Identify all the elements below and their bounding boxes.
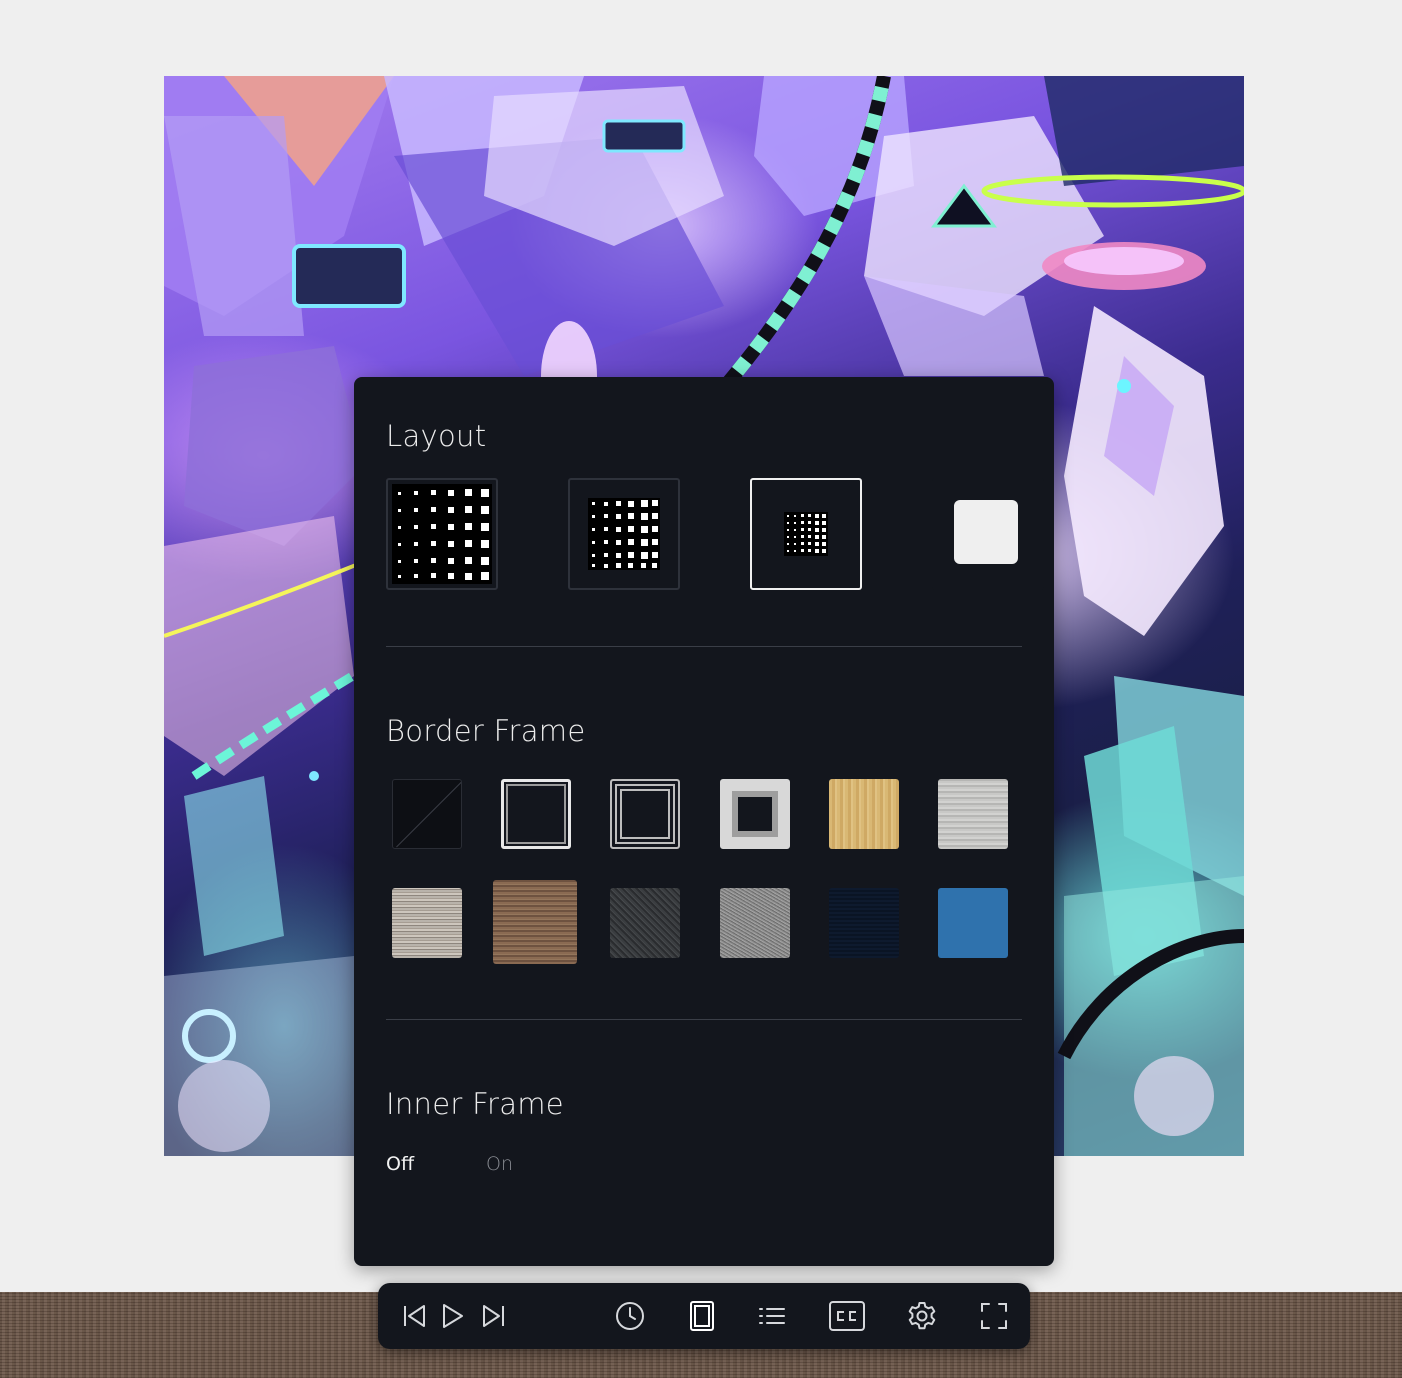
frame-swatch-charcoal[interactable] bbox=[610, 888, 680, 958]
layout-option-blank[interactable] bbox=[932, 478, 1044, 590]
section-divider bbox=[386, 646, 1022, 647]
inner-frame-on-option[interactable]: On bbox=[486, 1153, 513, 1175]
inner-frame-heading: Inner Frame bbox=[386, 1087, 564, 1121]
captions-icon[interactable] bbox=[828, 1300, 866, 1332]
playlist-icon[interactable] bbox=[756, 1300, 788, 1332]
section-divider bbox=[386, 1019, 1022, 1020]
frame-swatch-walnut-selected[interactable] bbox=[493, 880, 577, 964]
display-settings-panel: Layout Border Frame Inner Frame Off On bbox=[354, 377, 1054, 1266]
frame-swatch-navy[interactable] bbox=[829, 888, 899, 958]
frame-swatch-multi-line[interactable] bbox=[610, 779, 680, 849]
skip-next-icon[interactable] bbox=[478, 1300, 510, 1332]
layout-option-medium[interactable] bbox=[568, 478, 680, 590]
layout-option-large[interactable] bbox=[386, 478, 498, 590]
skip-previous-icon[interactable] bbox=[398, 1300, 430, 1332]
clock-icon[interactable] bbox=[614, 1300, 646, 1332]
frame-swatch-white-mat[interactable] bbox=[720, 779, 790, 849]
layout-heading: Layout bbox=[386, 419, 487, 453]
play-icon[interactable] bbox=[436, 1300, 468, 1332]
settings-icon[interactable] bbox=[906, 1300, 938, 1332]
frame-swatch-oak[interactable] bbox=[829, 779, 899, 849]
frame-swatch-thin-silver[interactable] bbox=[501, 779, 571, 849]
frame-swatch-driftwood[interactable] bbox=[392, 888, 462, 958]
frame-swatch-granite[interactable] bbox=[720, 888, 790, 958]
playback-control-bar bbox=[378, 1283, 1030, 1349]
fullscreen-icon[interactable] bbox=[978, 1300, 1010, 1332]
inner-frame-off-option[interactable]: Off bbox=[386, 1153, 414, 1175]
border-frame-heading: Border Frame bbox=[386, 714, 586, 748]
layout-option-small[interactable] bbox=[750, 478, 862, 590]
frame-icon[interactable] bbox=[686, 1300, 718, 1332]
frame-swatch-whitewash[interactable] bbox=[938, 779, 1008, 849]
frame-swatch-blue[interactable] bbox=[938, 888, 1008, 958]
frame-swatch-none[interactable] bbox=[392, 779, 462, 849]
